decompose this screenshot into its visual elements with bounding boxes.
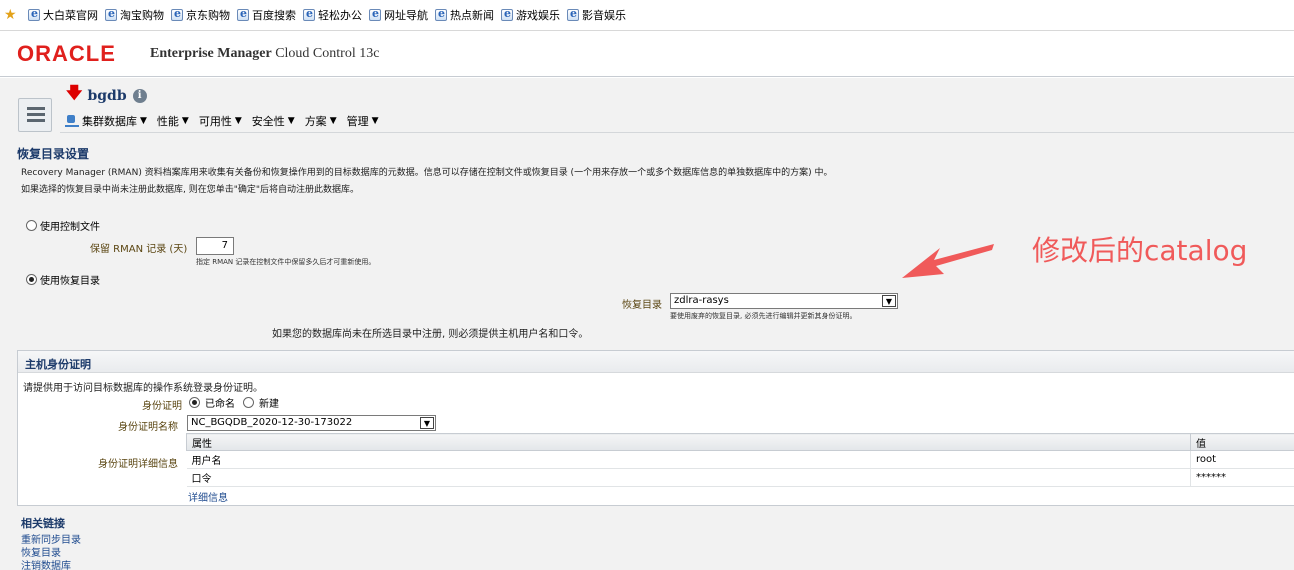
favorite-link[interactable]: 影音娱乐 (567, 7, 626, 23)
page-title: 恢复目录设置 (17, 147, 90, 161)
credential-details-table: 属性 值 用户名 root 口令 ****** (186, 433, 1294, 487)
favorite-link[interactable]: 京东购物 (171, 7, 230, 23)
attribute-cell: 用户名 (186, 450, 1191, 469)
credential-details-link[interactable]: 详细信息 (188, 489, 228, 504)
target-menu-bar: 集群数据库 ▼ 性能 ▼ 可用性 ▼ 安全性 ▼ 方案 ▼ 管理 ▼ (60, 109, 1294, 133)
registration-warning: 如果您的数据库尚未在所选目录中注册, 则必须提供主机用户名和口令。 (272, 329, 589, 340)
chevron-down-icon[interactable]: ▼ (420, 417, 434, 429)
dropdown-arrow-icon: ▼ (140, 115, 147, 126)
ie-page-icon (501, 7, 513, 21)
ie-page-icon (567, 7, 579, 21)
tree-icon (27, 107, 45, 110)
target-title: 🡇 bgdb i (66, 82, 147, 109)
use-recovery-catalog-radio[interactable]: 使用恢复目录 (26, 272, 100, 287)
recovery-catalog-hint: 要使用废弃的恢复目录, 必须先进行编辑并更新其身份证明。 (670, 312, 857, 320)
ie-page-icon (171, 7, 183, 21)
rman-retention-hint: 指定 RMAN 记录在控制文件中保留多久后才可重新使用。 (196, 258, 376, 266)
host-credentials-title: 主机身份证明 (25, 358, 91, 371)
favorite-link[interactable]: 大白菜官网 (28, 7, 98, 23)
host-credentials-panel: 主机身份证明 请提供用于访问目标数据库的操作系统登录身份证明。 身份证明 已命名… (17, 350, 1294, 506)
target-navigation-button[interactable] (18, 98, 52, 132)
unregister-database-link[interactable]: 注销数据库 (21, 557, 71, 570)
related-links-title: 相关链接 (21, 517, 65, 530)
recovery-catalog-label: 恢复目录 (622, 300, 662, 311)
table-row: 用户名 root (186, 450, 1294, 469)
credential-type-label: 身份证明 (142, 401, 182, 412)
value-cell: ****** (1190, 468, 1294, 487)
credential-type-radios: 已命名 新建 (189, 395, 279, 410)
menu-cluster-database[interactable]: 集群数据库 ▼ (60, 113, 147, 129)
favorites-bar: ★ 大白菜官网 淘宝购物 京东购物 百度搜索 轻松办公 网址导航 热点新闻 游戏… (0, 0, 1294, 31)
favorite-link[interactable]: 网址导航 (369, 7, 428, 23)
favorites-star-icon[interactable]: ★ (4, 7, 20, 23)
menu-administration[interactable]: 管理 ▼ (347, 113, 379, 129)
menu-schema[interactable]: 方案 ▼ (305, 113, 337, 129)
credential-name-select[interactable]: NC_BGQDB_2020-12-30-173022 ▼ (187, 415, 436, 431)
section-description-2: 如果选择的恢复目录中尚未注册此数据库, 则在您单击"确定"后将自动注册此数据库。 (21, 185, 360, 195)
menu-performance[interactable]: 性能 ▼ (157, 113, 189, 129)
host-credentials-header: 主机身份证明 (18, 351, 1294, 373)
attribute-cell: 口令 (186, 468, 1191, 487)
column-header-attribute: 属性 (186, 433, 1191, 451)
dropdown-arrow-icon: ▼ (371, 115, 379, 126)
radio-button[interactable] (26, 220, 37, 231)
down-arrow-icon: 🡇 (66, 83, 83, 102)
ie-page-icon (303, 7, 315, 21)
rman-retention-label: 保留 RMAN 记录 (天) (90, 244, 188, 255)
dropdown-arrow-icon: ▼ (181, 115, 189, 126)
host-credentials-description: 请提供用于访问目标数据库的操作系统登录身份证明。 (23, 383, 263, 394)
ie-page-icon (28, 7, 40, 21)
favorite-link[interactable]: 游戏娱乐 (501, 7, 560, 23)
annotation-arrow (902, 244, 994, 278)
info-icon[interactable]: i (132, 88, 147, 103)
chevron-down-icon[interactable]: ▼ (882, 295, 896, 307)
favorite-link[interactable]: 淘宝购物 (105, 7, 164, 23)
ie-page-icon (435, 7, 447, 21)
credential-name-label: 身份证明名称 (118, 422, 178, 433)
value-cell: root (1190, 450, 1294, 469)
favorite-link[interactable]: 热点新闻 (435, 7, 494, 23)
ie-page-icon (105, 7, 117, 21)
product-title: Enterprise Manager Cloud Control 13c (150, 46, 380, 61)
cluster-database-icon (65, 114, 79, 128)
ie-page-icon (369, 7, 381, 21)
favorite-link[interactable]: 轻松办公 (303, 7, 362, 23)
radio-button-selected[interactable] (26, 274, 37, 285)
oracle-logo[interactable]: ORACLE (17, 41, 116, 67)
annotation-text: 修改后的catalog (1032, 234, 1248, 267)
table-row: 口令 ****** (186, 468, 1294, 487)
new-credential-radio[interactable] (243, 397, 254, 408)
section-description: Recovery Manager (RMAN) 资料档案库用来收集有关备份和恢复… (21, 168, 833, 178)
named-credential-radio[interactable] (189, 397, 200, 408)
dropdown-arrow-icon: ▼ (329, 115, 337, 126)
column-header-value: 值 (1190, 433, 1294, 451)
oracle-header: ORACLE Enterprise Manager Cloud Control … (0, 31, 1294, 77)
database-name: bgdb (87, 87, 127, 104)
menu-security[interactable]: 安全性 ▼ (252, 113, 295, 129)
dropdown-arrow-icon: ▼ (234, 115, 242, 126)
favorite-link[interactable]: 百度搜索 (237, 7, 296, 23)
ie-page-icon (237, 7, 249, 21)
dropdown-arrow-icon: ▼ (287, 115, 295, 126)
recovery-catalog-select[interactable]: zdlra-rasys ▼ (670, 293, 898, 309)
use-control-file-radio[interactable]: 使用控制文件 (26, 218, 100, 233)
menu-availability[interactable]: 可用性 ▼ (199, 113, 242, 129)
credential-details-label: 身份证明详细信息 (98, 459, 178, 470)
rman-retention-input[interactable]: 7 (196, 237, 234, 255)
